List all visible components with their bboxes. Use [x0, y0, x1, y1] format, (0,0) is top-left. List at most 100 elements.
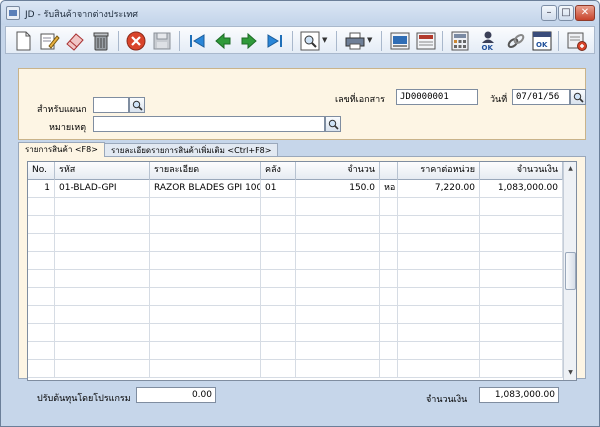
table-cell[interactable] — [28, 288, 55, 306]
table-cell[interactable] — [28, 360, 55, 378]
table-cell[interactable] — [28, 270, 55, 288]
table-cell[interactable] — [398, 324, 480, 342]
find-dropdown-icon[interactable]: ▼ — [322, 36, 328, 46]
title-bar[interactable]: JD - รับสินค้าจากต่างประเทศ – □ ✕ — [1, 1, 599, 25]
table-cell[interactable] — [480, 234, 563, 252]
table-row[interactable] — [28, 360, 563, 378]
table-cell[interactable] — [261, 342, 296, 360]
col-no[interactable]: No. — [28, 162, 55, 180]
tab-item-details[interactable]: รายละเอียดรายการสินค้าเพิ่มเติม <Ctrl+F8… — [104, 143, 279, 157]
table-cell[interactable] — [296, 360, 380, 378]
table-row[interactable] — [28, 252, 563, 270]
remark-field[interactable] — [93, 116, 325, 132]
table-cell[interactable] — [480, 306, 563, 324]
table-cell[interactable] — [296, 270, 380, 288]
table-cell[interactable] — [55, 342, 150, 360]
department-field[interactable] — [93, 97, 129, 113]
table-cell[interactable] — [480, 216, 563, 234]
print-icon[interactable] — [344, 30, 366, 52]
table-cell[interactable] — [55, 306, 150, 324]
report-icon[interactable] — [415, 30, 437, 52]
table-cell[interactable] — [480, 252, 563, 270]
table-cell[interactable] — [296, 252, 380, 270]
table-cell[interactable] — [150, 234, 261, 252]
print-dropdown-icon[interactable]: ▼ — [367, 36, 373, 46]
table-cell[interactable] — [150, 270, 261, 288]
table-cell[interactable] — [28, 342, 55, 360]
table-cell[interactable] — [261, 270, 296, 288]
table-cell[interactable] — [380, 288, 398, 306]
table-cell[interactable] — [398, 342, 480, 360]
table-cell[interactable] — [150, 288, 261, 306]
table-cell[interactable] — [55, 216, 150, 234]
calculator-icon[interactable] — [449, 30, 471, 52]
table-cell[interactable] — [28, 216, 55, 234]
table-cell[interactable] — [480, 360, 563, 378]
table-cell[interactable] — [150, 360, 261, 378]
table-cell[interactable] — [296, 198, 380, 216]
ok-document-icon[interactable]: OK — [531, 30, 553, 52]
table-row[interactable] — [28, 306, 563, 324]
table-row[interactable] — [28, 216, 563, 234]
table-cell[interactable] — [398, 288, 480, 306]
table-cell[interactable] — [55, 234, 150, 252]
adjust-cost-field[interactable]: 0.00 — [136, 387, 216, 403]
table-cell[interactable] — [261, 324, 296, 342]
table-cell[interactable] — [28, 324, 55, 342]
scroll-up-icon[interactable]: ▲ — [565, 163, 576, 175]
cell-code[interactable]: 01-BLAD-GPI — [55, 180, 150, 198]
erase-icon[interactable] — [64, 30, 86, 52]
grid-scrollbar[interactable]: ▲ ▼ — [563, 162, 576, 380]
table-row[interactable] — [28, 324, 563, 342]
first-icon[interactable] — [186, 30, 208, 52]
table-cell[interactable] — [398, 252, 480, 270]
find-icon[interactable] — [299, 30, 321, 52]
scroll-down-icon[interactable]: ▼ — [565, 367, 576, 379]
col-unit[interactable] — [380, 162, 398, 180]
preview-icon[interactable] — [389, 30, 411, 52]
department-lookup-button[interactable] — [129, 97, 145, 113]
previous-icon[interactable] — [212, 30, 234, 52]
table-row[interactable] — [28, 198, 563, 216]
table-cell[interactable] — [28, 198, 55, 216]
table-cell[interactable] — [261, 306, 296, 324]
maximize-button[interactable]: □ — [558, 5, 574, 21]
table-row[interactable] — [28, 234, 563, 252]
scroll-thumb[interactable] — [565, 252, 576, 290]
close-button[interactable]: ✕ — [575, 5, 595, 21]
table-cell[interactable] — [55, 360, 150, 378]
edit-icon[interactable] — [38, 30, 60, 52]
table-cell[interactable] — [55, 270, 150, 288]
table-cell[interactable] — [261, 198, 296, 216]
col-amount[interactable]: จำนวนเงิน — [480, 162, 563, 180]
table-cell[interactable] — [380, 360, 398, 378]
table-cell[interactable] — [398, 216, 480, 234]
date-picker-button[interactable] — [570, 89, 586, 105]
date-field[interactable]: 07/01/56 — [512, 89, 570, 105]
table-cell[interactable] — [150, 252, 261, 270]
next-icon[interactable] — [238, 30, 260, 52]
col-warehouse[interactable]: คลัง — [261, 162, 296, 180]
table-cell[interactable] — [296, 342, 380, 360]
table-cell[interactable] — [380, 252, 398, 270]
table-cell[interactable] — [150, 216, 261, 234]
table-cell[interactable] — [261, 252, 296, 270]
cell-warehouse[interactable]: 01 — [261, 180, 296, 198]
table-cell[interactable] — [296, 216, 380, 234]
table-row[interactable]: 1 01-BLAD-GPI RAZOR BLADES GPI 100 01 15… — [28, 180, 563, 198]
table-cell[interactable] — [55, 288, 150, 306]
table-cell[interactable] — [380, 306, 398, 324]
table-cell[interactable] — [261, 360, 296, 378]
tab-items[interactable]: รายการสินค้า <F8> — [18, 142, 105, 157]
cell-no[interactable]: 1 — [28, 180, 55, 198]
cell-unit[interactable]: หอ — [380, 180, 398, 198]
table-cell[interactable] — [55, 324, 150, 342]
doc-no-field[interactable]: JD0000001 — [396, 89, 478, 105]
cancel-icon[interactable] — [125, 30, 147, 52]
cell-description[interactable]: RAZOR BLADES GPI 100 — [150, 180, 261, 198]
table-cell[interactable] — [261, 234, 296, 252]
table-cell[interactable] — [28, 306, 55, 324]
remark-lookup-button[interactable] — [325, 116, 341, 132]
table-cell[interactable] — [296, 234, 380, 252]
col-code[interactable]: รหัส — [55, 162, 150, 180]
